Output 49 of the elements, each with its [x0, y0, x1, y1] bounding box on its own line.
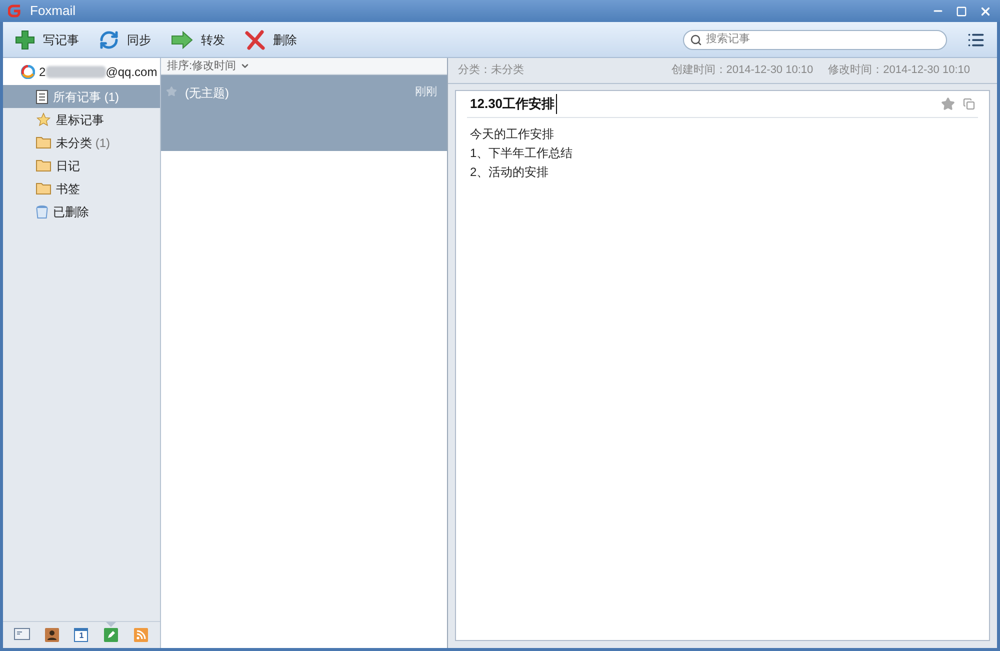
document-icon	[36, 90, 48, 104]
toolbar-button[interactable]: 删除	[245, 30, 297, 50]
contact-card-icon[interactable]	[44, 628, 59, 642]
window-title: Foxmail	[30, 2, 76, 20]
note-title: (无主题)	[185, 85, 229, 102]
account-avatar-icon	[21, 64, 35, 78]
folder-icon	[36, 136, 51, 149]
sidebar-item[interactable]: 未分类 (1)	[3, 131, 160, 154]
sidebar-item[interactable]: 日记	[3, 154, 160, 177]
note-time: 刚刚	[415, 85, 437, 100]
sidebar-item[interactable]: 已删除	[3, 200, 160, 223]
account-name: 2	[39, 64, 46, 80]
star-icon[interactable]	[166, 86, 177, 97]
blurred-region	[46, 66, 106, 78]
toolbar-button[interactable]: 转发	[171, 30, 225, 48]
app-logo-icon	[8, 4, 22, 18]
created-time: 创建时间：2014-12-30 10:10	[671, 63, 814, 78]
arrow-right-icon	[171, 30, 193, 48]
folder-icon	[36, 182, 51, 195]
note-text-line: 2、活动的安排	[470, 164, 550, 181]
sidebar-item[interactable]: 星标记事	[3, 108, 160, 131]
toolbar-button[interactable]: 同步	[99, 30, 151, 50]
chevron-down-icon	[240, 61, 250, 71]
search-field[interactable]: 搜索记事	[706, 31, 940, 48]
search-box[interactable]: 搜索记事	[683, 30, 947, 50]
note-category: 分类：未分类	[458, 63, 524, 78]
note-heading[interactable]: 12.30工作安排	[470, 94, 557, 114]
pointer-icon	[106, 622, 116, 627]
search-icon	[690, 34, 702, 46]
account-domain: @qq.com	[106, 64, 158, 80]
sidebar-item[interactable]: 书签	[3, 177, 160, 200]
note-text-line: 今天的工作安排	[470, 126, 555, 143]
copy-icon[interactable]	[963, 98, 975, 110]
plus-icon	[15, 30, 35, 50]
star-icon[interactable]	[941, 97, 955, 111]
cross-icon	[245, 30, 265, 50]
close-icon[interactable]	[979, 4, 992, 18]
star-icon	[36, 112, 51, 127]
trash-icon	[36, 204, 48, 218]
pencil-note-icon[interactable]	[104, 628, 118, 642]
calendar-icon[interactable]: 1	[74, 628, 88, 642]
folder-icon	[36, 159, 51, 172]
rss-icon[interactable]	[134, 628, 148, 642]
maximize-icon[interactable]	[956, 6, 967, 16]
modified-time: 修改时间：2014-12-30 10:10	[828, 63, 970, 78]
envelope-icon[interactable]	[14, 628, 30, 640]
toolbar-button[interactable]: 写记事	[15, 30, 79, 50]
note-text-line: 1、下半年工作总结	[470, 145, 574, 162]
sync-icon	[99, 30, 119, 50]
